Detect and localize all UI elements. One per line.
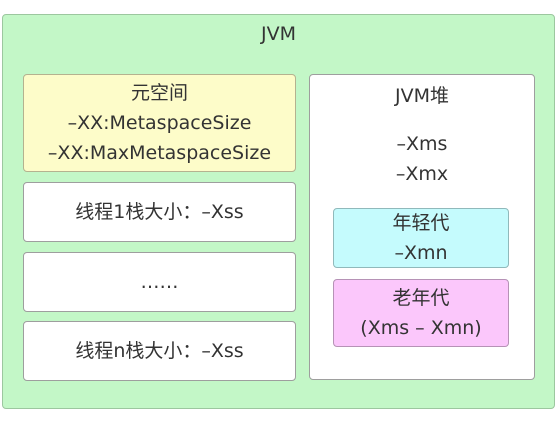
metaspace-box: 元空间 –XX:MetaspaceSize –XX:MaxMetaspaceSi… [23,74,296,172]
thread-n-stack-box: 线程n栈大小：–Xss [23,321,296,381]
max-metaspace-size-param: –XX:MaxMetaspaceSize [47,142,272,164]
young-generation-title: 年轻代 [392,212,450,234]
young-generation-box: 年轻代 –Xmn [333,208,509,268]
jvm-title: JVM [261,23,296,45]
jvm-heap-title: JVM堆 [395,85,449,107]
thread-1-stack-label: 线程1栈大小：–Xss [75,201,244,223]
thread-n-stack-label: 线程n栈大小：–Xss [75,340,244,362]
metaspace-title: 元空间 [130,82,188,104]
thread-1-stack-box: 线程1栈大小：–Xss [23,182,296,242]
more-threads-box: …… [23,252,296,312]
metaspace-size-param: –XX:MetaspaceSize [67,112,252,134]
more-threads-ellipsis: …… [140,271,179,293]
xmn-param: –Xmn [394,242,448,264]
jvm-heap-params: –Xms –Xmx [310,129,534,189]
old-generation-box: 老年代 (Xms – Xmn) [333,279,509,347]
xms-param: –Xms [396,133,448,155]
old-generation-param: (Xms – Xmn) [360,317,482,339]
old-generation-title: 老年代 [392,287,450,309]
xmx-param: –Xmx [395,163,449,185]
